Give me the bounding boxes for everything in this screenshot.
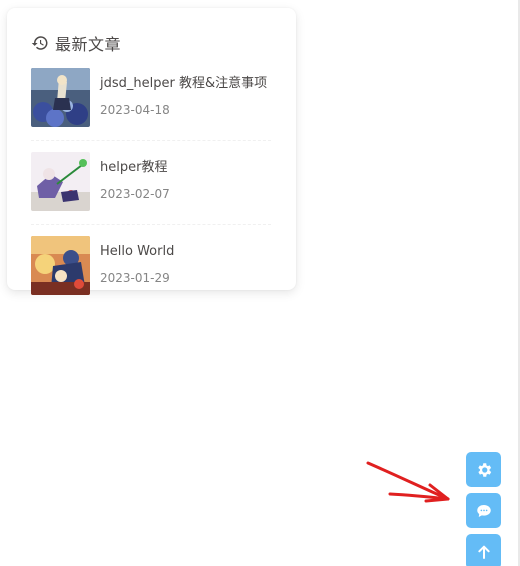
arrow-up-icon — [476, 544, 492, 560]
back-to-top-button[interactable] — [466, 534, 501, 566]
post-meta: helper教程 2023-02-07 — [100, 152, 170, 202]
list-item[interactable]: jdsd_helper 教程&注意事项 2023-04-18 — [31, 68, 271, 141]
post-thumbnail[interactable] — [31, 152, 90, 211]
post-list: jdsd_helper 教程&注意事项 2023-04-18 helper教程 … — [31, 68, 271, 308]
post-meta: jdsd_helper 教程&注意事项 2023-04-18 — [100, 68, 267, 118]
gear-icon — [475, 461, 493, 479]
red-arrow-annotation — [366, 461, 450, 503]
card-header: 最新文章 — [31, 32, 121, 54]
recent-posts-card: 最新文章 jdsd_helper 教程&注意事项 2023-04-18 help… — [7, 8, 296, 295]
card-title: 最新文章 — [55, 35, 122, 54]
post-thumbnail[interactable] — [31, 236, 90, 295]
settings-button[interactable] — [466, 452, 501, 487]
post-title[interactable]: jdsd_helper 教程&注意事项 — [100, 75, 267, 93]
list-item[interactable]: helper教程 2023-02-07 — [31, 152, 271, 225]
post-title[interactable]: helper教程 — [100, 159, 170, 177]
history-icon — [31, 34, 49, 52]
post-title[interactable]: Hello World — [100, 243, 174, 261]
comment-icon — [475, 502, 493, 520]
post-date: 2023-02-07 — [100, 187, 170, 201]
comment-button[interactable] — [466, 493, 501, 528]
post-date: 2023-04-18 — [100, 103, 170, 117]
post-meta: Hello World 2023-01-29 — [100, 236, 174, 286]
post-date: 2023-01-29 — [100, 271, 170, 285]
rightside-toolbar — [466, 452, 501, 566]
list-item[interactable]: Hello World 2023-01-29 — [31, 236, 271, 308]
page-viewport: 最新文章 jdsd_helper 教程&注意事项 2023-04-18 help… — [0, 0, 520, 566]
post-thumbnail[interactable] — [31, 68, 90, 127]
